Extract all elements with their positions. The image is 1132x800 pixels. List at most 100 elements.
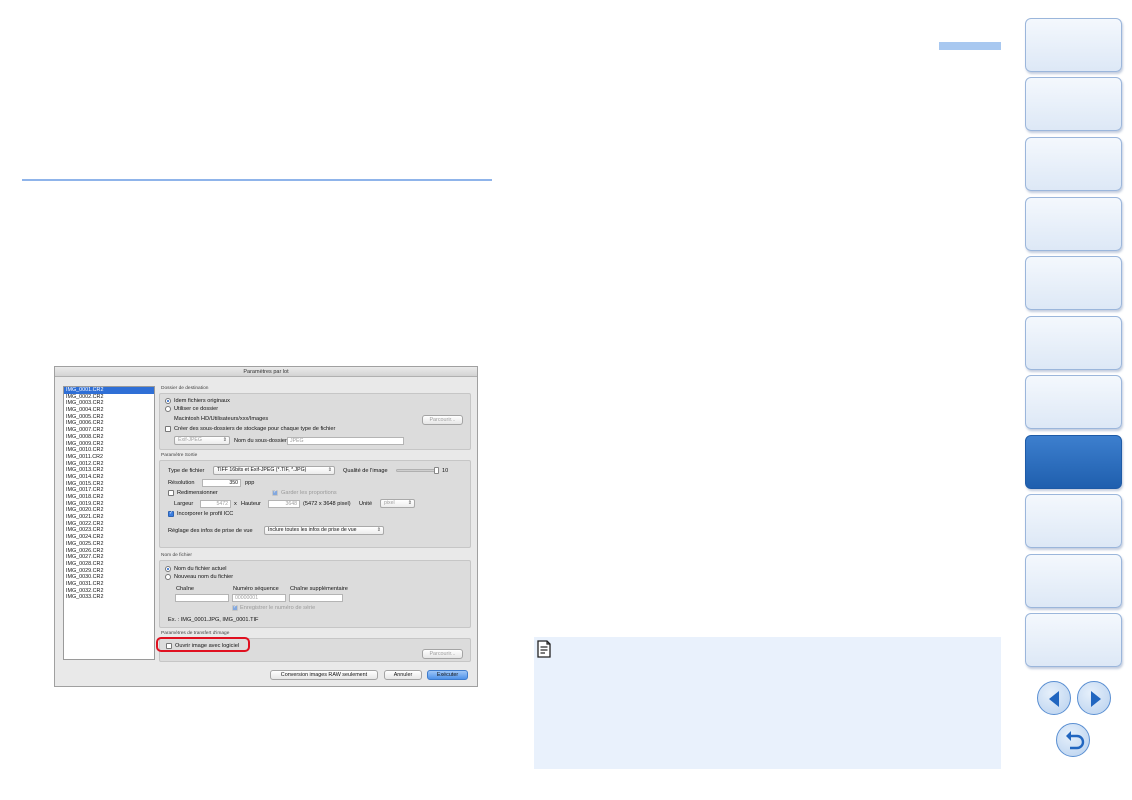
file-list-item[interactable]: IMG_0024.CR2 <box>64 534 154 541</box>
return-button[interactable] <box>1056 723 1090 757</box>
file-list-item[interactable]: IMG_0010.CR2 <box>64 447 154 454</box>
new-name-radio[interactable] <box>165 574 171 580</box>
file-list-item[interactable]: IMG_0004.CR2 <box>64 407 154 414</box>
chapter-tab-2[interactable] <box>1025 77 1122 131</box>
height-label: Hauteur <box>241 501 261 507</box>
file-list-item[interactable]: IMG_0005.CR2 <box>64 414 154 421</box>
file-list-item[interactable]: IMG_0009.CR2 <box>64 441 154 448</box>
custom-folder-radio[interactable] <box>165 406 171 412</box>
file-list-item[interactable]: IMG_0021.CR2 <box>64 514 154 521</box>
next-arrow-icon <box>1091 691 1101 707</box>
file-list-item[interactable]: IMG_0007.CR2 <box>64 427 154 434</box>
transfer-browse-button[interactable]: Parcourir... <box>422 649 463 659</box>
chain-label: Chaîne <box>176 586 195 592</box>
file-list-item[interactable]: IMG_0020.CR2 <box>64 507 154 514</box>
memo-icon <box>536 640 552 663</box>
file-list-item[interactable]: IMG_0030.CR2 <box>64 574 154 581</box>
file-list-item[interactable]: IMG_0026.CR2 <box>64 548 154 555</box>
same-folder-radio[interactable] <box>165 398 171 404</box>
file-list-item[interactable]: IMG_0017.CR2 <box>64 487 154 494</box>
quality-slider-knob[interactable] <box>434 467 439 474</box>
chapter-tab-6[interactable] <box>1025 316 1122 370</box>
save-serial-label: Enregistrer le numéro de série <box>240 605 316 611</box>
file-list-item[interactable]: IMG_0014.CR2 <box>64 474 154 481</box>
chapter-tab-8[interactable] <box>1025 435 1122 489</box>
chapter-tab-1[interactable] <box>1025 18 1122 72</box>
times-label: x <box>234 501 237 507</box>
current-name-label: Nom du fichier actuel <box>174 566 227 572</box>
open-with-app-highlight <box>156 637 250 652</box>
file-list-item[interactable]: IMG_0003.CR2 <box>64 400 154 407</box>
prev-page-button[interactable] <box>1037 681 1071 715</box>
file-list-item[interactable]: IMG_0029.CR2 <box>64 568 154 575</box>
custom-folder-label: Utiliser ce dossier <box>174 406 219 412</box>
shooting-info-select[interactable]: Inclure toutes les infos de prise de vue <box>264 526 384 535</box>
subfolder-type-select[interactable]: Exif-JPEG <box>174 436 230 445</box>
dialog-title: Paramètres par lot <box>55 367 477 377</box>
sequence-input[interactable]: 00000001 <box>232 594 286 602</box>
file-list-item[interactable]: IMG_0033.CR2 <box>64 594 154 601</box>
resize-checkbox[interactable] <box>168 490 174 496</box>
new-name-label: Nouveau nom du fichier <box>174 574 234 580</box>
chapter-tab-9[interactable] <box>1025 494 1122 548</box>
chapter-tab-7[interactable] <box>1025 375 1122 429</box>
batch-settings-dialog: Paramètres par lot IMG_0001.CR2 IMG_0002.… <box>54 366 478 687</box>
subfolder-name-input[interactable]: JPEG <box>287 437 404 445</box>
file-list-item[interactable]: IMG_0015.CR2 <box>64 481 154 488</box>
quality-label: Qualité de l'image <box>343 468 388 474</box>
filename-section-label: Nom de fichier <box>161 553 192 558</box>
file-list-item[interactable]: IMG_0025.CR2 <box>64 541 154 548</box>
pixel-size-text: (5472 x 3648 pixel) <box>303 501 351 507</box>
same-folder-label: Idem fichiers originaux <box>174 398 230 404</box>
cancel-button[interactable]: Annuler <box>384 670 422 680</box>
return-icon <box>1066 731 1085 750</box>
extra-chain-input[interactable] <box>289 594 343 602</box>
file-list[interactable]: IMG_0001.CR2 IMG_0002.CR2 IMG_0003.CR2 IMG_… <box>63 386 155 660</box>
destination-browse-button[interactable]: Parcourir... <box>422 415 463 425</box>
subfolder-checkbox[interactable] <box>165 426 171 432</box>
extra-chain-label: Chaîne supplémentaire <box>290 586 348 592</box>
file-list-item[interactable]: IMG_0011.CR2 <box>64 454 154 461</box>
file-list-item[interactable]: IMG_0006.CR2 <box>64 420 154 427</box>
chapter-tab-4[interactable] <box>1025 197 1122 251</box>
file-list-item[interactable]: IMG_0028.CR2 <box>64 561 154 568</box>
unit-select[interactable]: pixel <box>380 499 415 508</box>
sequence-label: Numéro séquence <box>233 586 279 592</box>
file-list-item[interactable]: IMG_0012.CR2 <box>64 461 154 468</box>
file-list-item[interactable]: IMG_0008.CR2 <box>64 434 154 441</box>
file-list-item[interactable]: IMG_0027.CR2 <box>64 554 154 561</box>
keep-ratio-checkbox[interactable] <box>272 489 278 496</box>
quality-slider[interactable] <box>396 467 439 474</box>
resize-label: Redimensionner <box>177 490 218 496</box>
file-type-select[interactable]: TIFF 16bits et Exif-JPEG (*.TIF, *.JPG) <box>213 466 335 475</box>
file-list-item[interactable]: IMG_0013.CR2 <box>64 467 154 474</box>
height-input[interactable]: 3648 <box>268 500 300 508</box>
destination-group: Idem fichiers originaux Utiliser ce doss… <box>159 393 471 450</box>
file-list-item[interactable]: IMG_0002.CR2 <box>64 394 154 401</box>
chapter-tab-5[interactable] <box>1025 256 1122 310</box>
next-page-button[interactable] <box>1077 681 1111 715</box>
run-button[interactable]: Exécuter <box>427 670 468 680</box>
filename-example: Ex. : IMG_0001.JPG, IMG_0001.TIF <box>168 617 259 623</box>
file-list-item[interactable]: IMG_0018.CR2 <box>64 494 154 501</box>
file-list-item[interactable]: IMG_0032.CR2 <box>64 588 154 595</box>
file-list-item[interactable]: IMG_0031.CR2 <box>64 581 154 588</box>
output-section-label: Paramètre Sortie <box>161 453 198 458</box>
resolution-input[interactable]: 350 <box>202 479 241 487</box>
raw-only-button[interactable]: Conversion images RAW seulement <box>270 670 378 680</box>
chain-input[interactable] <box>175 594 229 602</box>
file-list-item[interactable]: IMG_0001.CR2 <box>64 387 154 394</box>
file-list-item[interactable]: IMG_0019.CR2 <box>64 501 154 508</box>
chapter-tab-11[interactable] <box>1025 613 1122 667</box>
file-list-item[interactable]: IMG_0022.CR2 <box>64 521 154 528</box>
file-list-item[interactable]: IMG_0023.CR2 <box>64 527 154 534</box>
subfolder-label: Créer des sous-dossiers de stockage pour… <box>174 426 336 432</box>
icc-checkbox[interactable] <box>168 510 174 517</box>
chapter-tab-10[interactable] <box>1025 554 1122 608</box>
width-input[interactable]: 5472 <box>200 500 231 508</box>
save-serial-checkbox[interactable] <box>232 604 238 611</box>
chapter-tab-3[interactable] <box>1025 137 1122 191</box>
shooting-info-label: Réglage des infos de prise de vue <box>168 528 253 534</box>
current-name-radio[interactable] <box>165 566 171 572</box>
subfolder-name-label: Nom du sous-dossier <box>234 438 287 444</box>
